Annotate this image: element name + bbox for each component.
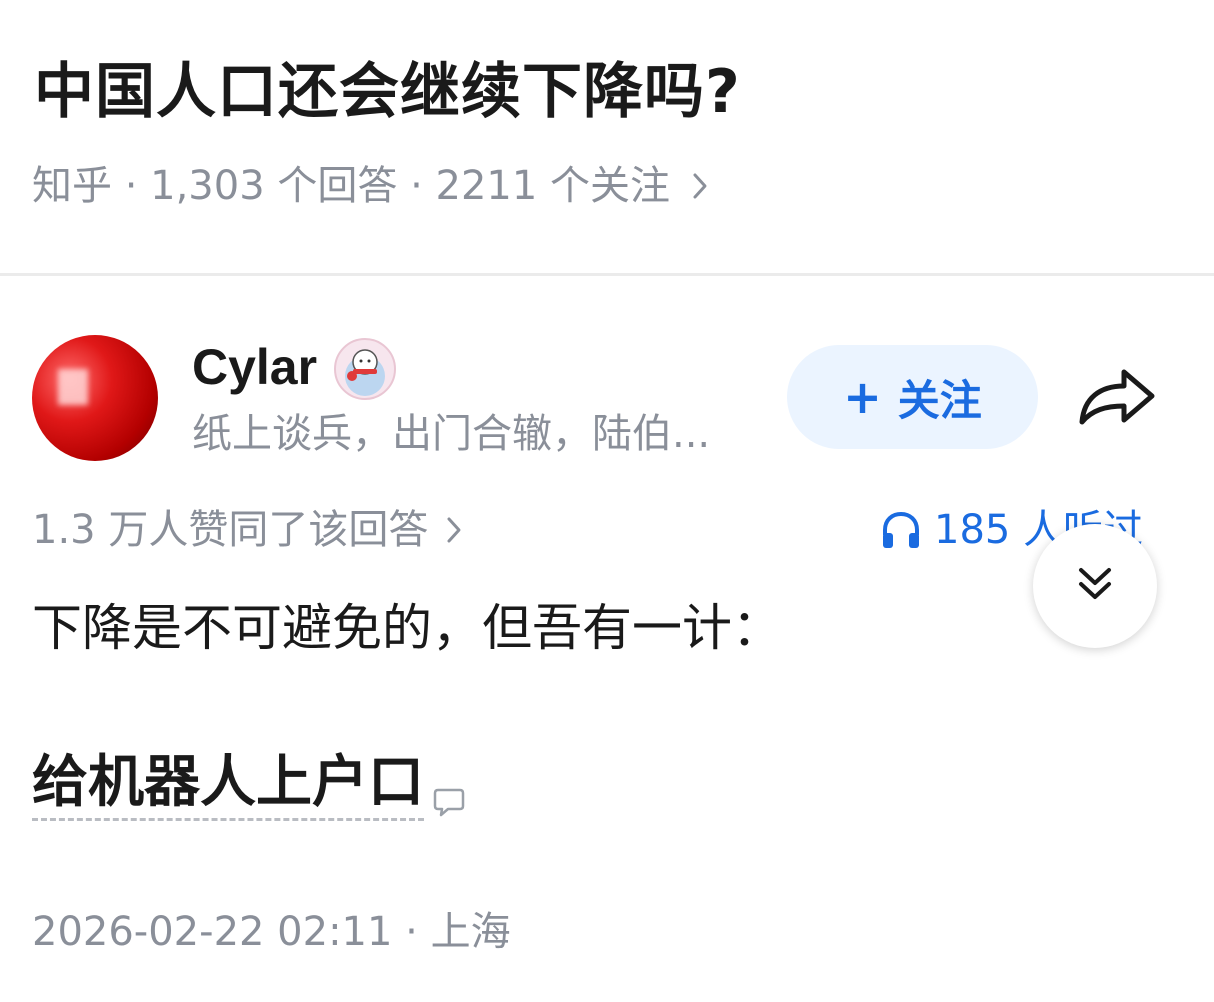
author-bio: 纸上谈兵，出门合辙，陆伯... xyxy=(192,411,711,457)
verified-badge-icon xyxy=(334,338,396,400)
question-meta[interactable]: 知乎 · 1,303 个回答 · 2211 个关注 xyxy=(32,156,708,216)
follow-button-label: 关注 xyxy=(897,375,982,425)
answer-timestamp: 2026-02-22 02:11 · 上海 xyxy=(32,909,511,955)
headphones-icon xyxy=(880,509,922,551)
answer-highlight-text: 给机器人上户口 xyxy=(32,752,424,821)
follow-button[interactable]: + 关注 xyxy=(787,345,1038,449)
chevron-right-icon xyxy=(446,516,462,544)
author-name[interactable]: Cylar xyxy=(192,336,317,398)
answer-paragraph: 下降是不可避免的，但吾有一计： xyxy=(32,599,782,657)
question-meta-text: 知乎 · 1,303 个回答 · 2211 个关注 xyxy=(32,163,671,209)
avatar[interactable] xyxy=(32,335,158,461)
double-chevron-down-icon xyxy=(1075,564,1115,608)
plus-icon: + xyxy=(843,370,882,424)
comment-icon[interactable] xyxy=(432,785,466,819)
question-title[interactable]: 中国人口还会继续下降吗? xyxy=(34,52,741,132)
section-divider xyxy=(0,273,1214,276)
vote-count-text: 1.3 万人赞同了该回答 xyxy=(32,507,429,553)
chevron-right-icon xyxy=(692,172,708,200)
share-icon[interactable] xyxy=(1076,364,1158,428)
collapse-button[interactable] xyxy=(1033,524,1157,648)
vote-summary[interactable]: 1.3 万人赞同了该回答 xyxy=(32,502,462,558)
answer-highlight[interactable]: 给机器人上户口 xyxy=(32,752,466,821)
